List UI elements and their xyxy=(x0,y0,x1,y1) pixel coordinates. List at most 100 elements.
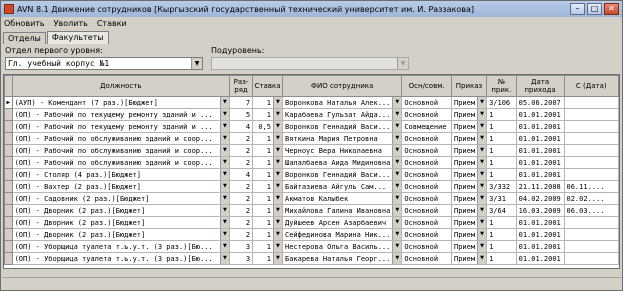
cell-rate[interactable]: 1 ▼ xyxy=(252,132,283,145)
chevron-down-icon[interactable]: ▼ xyxy=(219,193,229,204)
row-indicator[interactable] xyxy=(4,120,13,133)
cell-order[interactable]: Прием ▼ xyxy=(450,252,488,265)
chevron-down-icon[interactable]: ▼ xyxy=(272,229,282,240)
row-indicator[interactable] xyxy=(4,240,13,253)
chevron-down-icon[interactable]: ▼ xyxy=(477,253,486,264)
row-indicator[interactable] xyxy=(4,156,13,169)
col-header-since[interactable]: С (Дата) xyxy=(563,75,619,97)
chevron-down-icon[interactable]: ▼ xyxy=(272,133,282,144)
cell-rank[interactable]: 4 xyxy=(228,120,254,133)
cell-order[interactable]: Прием ▼ xyxy=(450,156,488,169)
cell-since[interactable] xyxy=(563,144,619,157)
cell-order-no[interactable]: 1 xyxy=(486,108,517,121)
cell-order-no[interactable]: 1 xyxy=(486,216,517,229)
cell-order-no[interactable]: 1 xyxy=(486,228,517,241)
first-level-select[interactable]: Гл. учебный корпус №1 ▼ xyxy=(5,57,203,70)
tab-faculties[interactable]: Факультеты xyxy=(46,31,109,44)
chevron-down-icon[interactable]: ▼ xyxy=(219,121,229,132)
col-header-date[interactable]: Дата прихода xyxy=(515,75,565,97)
cell-type[interactable]: Совмещение xyxy=(401,120,452,133)
chevron-down-icon[interactable]: ▼ xyxy=(392,205,401,216)
cell-type[interactable]: Основной xyxy=(401,204,452,217)
menu-rates[interactable]: Ставки xyxy=(97,19,127,28)
chevron-down-icon[interactable]: ▼ xyxy=(392,241,401,252)
chevron-down-icon[interactable]: ▼ xyxy=(392,133,401,144)
cell-rank[interactable]: 3 xyxy=(228,240,254,253)
cell-type[interactable]: Основной xyxy=(401,216,452,229)
col-header-fio[interactable]: ФИО сотрудника xyxy=(281,75,403,97)
cell-order[interactable]: Прием ▼ xyxy=(450,180,488,193)
cell-order[interactable]: Прием ▼ xyxy=(450,216,488,229)
minimize-button[interactable]: – xyxy=(570,3,585,15)
chevron-down-icon[interactable]: ▼ xyxy=(219,229,229,240)
cell-order[interactable]: Прием ▼ xyxy=(450,96,488,109)
table-row[interactable]: (ОП) - Вахтер (2 раз.)[Бюджет] ▼ 2 1 ▼ Байтаз… xyxy=(4,180,619,193)
menu-dismiss[interactable]: Уволить xyxy=(54,19,88,28)
cell-rate[interactable]: 1 ▼ xyxy=(252,144,283,157)
cell-since[interactable] xyxy=(563,108,619,121)
cell-order[interactable]: Прием ▼ xyxy=(450,192,488,205)
tab-departments[interactable]: Отделы xyxy=(3,32,46,44)
cell-type[interactable]: Основной xyxy=(401,252,452,265)
cell-date[interactable]: 01.01.2001 xyxy=(515,132,565,145)
chevron-down-icon[interactable]: ▼ xyxy=(272,157,282,168)
cell-post[interactable]: (ОП) - Рабочий по обслуживанию зданий и … xyxy=(11,132,230,145)
cell-date[interactable]: 21.11.2008 xyxy=(515,180,565,193)
cell-post[interactable]: (ОП) - Вахтер (2 раз.)[Бюджет] ▼ xyxy=(11,180,230,193)
cell-fio[interactable]: Михайлова Галина Ивановна ▼ xyxy=(281,204,403,217)
chevron-down-icon[interactable]: ▼ xyxy=(392,193,401,204)
chevron-down-icon[interactable]: ▼ xyxy=(272,253,282,264)
menu-refresh[interactable]: Обновить xyxy=(4,19,45,28)
cell-fio[interactable]: Акматов Калыбек ▼ xyxy=(281,192,403,205)
table-row[interactable]: (ОП) - Дворник (2 раз.)[Бюджет] ▼ 2 1 ▼ Михай… xyxy=(4,204,619,217)
cell-date[interactable]: 01.01.2001 xyxy=(515,252,565,265)
cell-since[interactable] xyxy=(563,120,619,133)
cell-order-no[interactable]: 3/31 xyxy=(486,192,517,205)
employee-grid[interactable]: Должность Раз-ряд Ставка ФИО сотрудника … xyxy=(3,74,620,269)
table-row[interactable]: (ОП) - Рабочий по обслуживанию зданий и … xyxy=(4,144,619,157)
cell-since[interactable]: 02.02.... xyxy=(563,192,619,205)
cell-order-no[interactable]: 3/332 xyxy=(486,180,517,193)
cell-rate[interactable]: 1 ▼ xyxy=(252,228,283,241)
cell-rate[interactable]: 1 ▼ xyxy=(252,204,283,217)
close-button[interactable]: ✕ xyxy=(604,3,619,15)
chevron-down-icon[interactable]: ▼ xyxy=(477,205,486,216)
cell-date[interactable]: 01.01.2001 xyxy=(515,168,565,181)
table-row[interactable]: (ОП) - Рабочий по текущему ремонту здани… xyxy=(4,120,619,133)
col-header-order-no[interactable]: № прик. xyxy=(486,75,517,97)
chevron-down-icon[interactable]: ▼ xyxy=(477,193,486,204)
chevron-down-icon[interactable]: ▼ xyxy=(219,241,229,252)
chevron-down-icon[interactable]: ▼ xyxy=(477,217,486,228)
row-indicator[interactable] xyxy=(4,144,13,157)
chevron-down-icon[interactable]: ▼ xyxy=(272,217,282,228)
cell-type[interactable]: Основной xyxy=(401,132,452,145)
cell-date[interactable]: 01.01.2001 xyxy=(515,120,565,133)
cell-fio[interactable]: Байтазиева Айгуль Сам... ▼ xyxy=(281,180,403,193)
cell-rate[interactable]: 1 ▼ xyxy=(252,252,283,265)
row-indicator[interactable] xyxy=(4,192,13,205)
cell-type[interactable]: Основной xyxy=(401,144,452,157)
chevron-down-icon[interactable]: ▼ xyxy=(477,97,486,108)
chevron-down-icon[interactable]: ▼ xyxy=(272,193,282,204)
table-row[interactable]: (ОП) - Садовник (2 раз.)[Бюджет] ▼ 2 1 ▼ Акма… xyxy=(4,192,619,205)
chevron-down-icon[interactable]: ▼ xyxy=(477,181,486,192)
chevron-down-icon[interactable]: ▼ xyxy=(392,157,401,168)
row-indicator[interactable] xyxy=(4,132,13,145)
cell-fio[interactable]: Вяткина Мария Петровна ▼ xyxy=(281,132,403,145)
maximize-button[interactable]: □ xyxy=(587,3,602,15)
cell-order[interactable]: Прием ▼ xyxy=(450,108,488,121)
cell-rate[interactable]: 1 ▼ xyxy=(252,180,283,193)
chevron-down-icon[interactable]: ▼ xyxy=(272,181,282,192)
chevron-down-icon[interactable]: ▼ xyxy=(392,229,401,240)
cell-order-no[interactable]: 1 xyxy=(486,144,517,157)
sublevel-select[interactable]: ▼ xyxy=(211,57,409,70)
cell-date[interactable]: 01.01.2001 xyxy=(515,216,565,229)
cell-type[interactable]: Основной xyxy=(401,192,452,205)
cell-post[interactable]: (ОП) - Рабочий по текущему ремонту здани… xyxy=(11,120,230,133)
chevron-down-icon[interactable]: ▼ xyxy=(392,217,401,228)
cell-order-no[interactable]: 1 xyxy=(486,168,517,181)
cell-since[interactable] xyxy=(563,168,619,181)
cell-order-no[interactable]: 3/64 xyxy=(486,204,517,217)
row-indicator[interactable] xyxy=(4,180,13,193)
cell-date[interactable]: 01.01.2001 xyxy=(515,108,565,121)
